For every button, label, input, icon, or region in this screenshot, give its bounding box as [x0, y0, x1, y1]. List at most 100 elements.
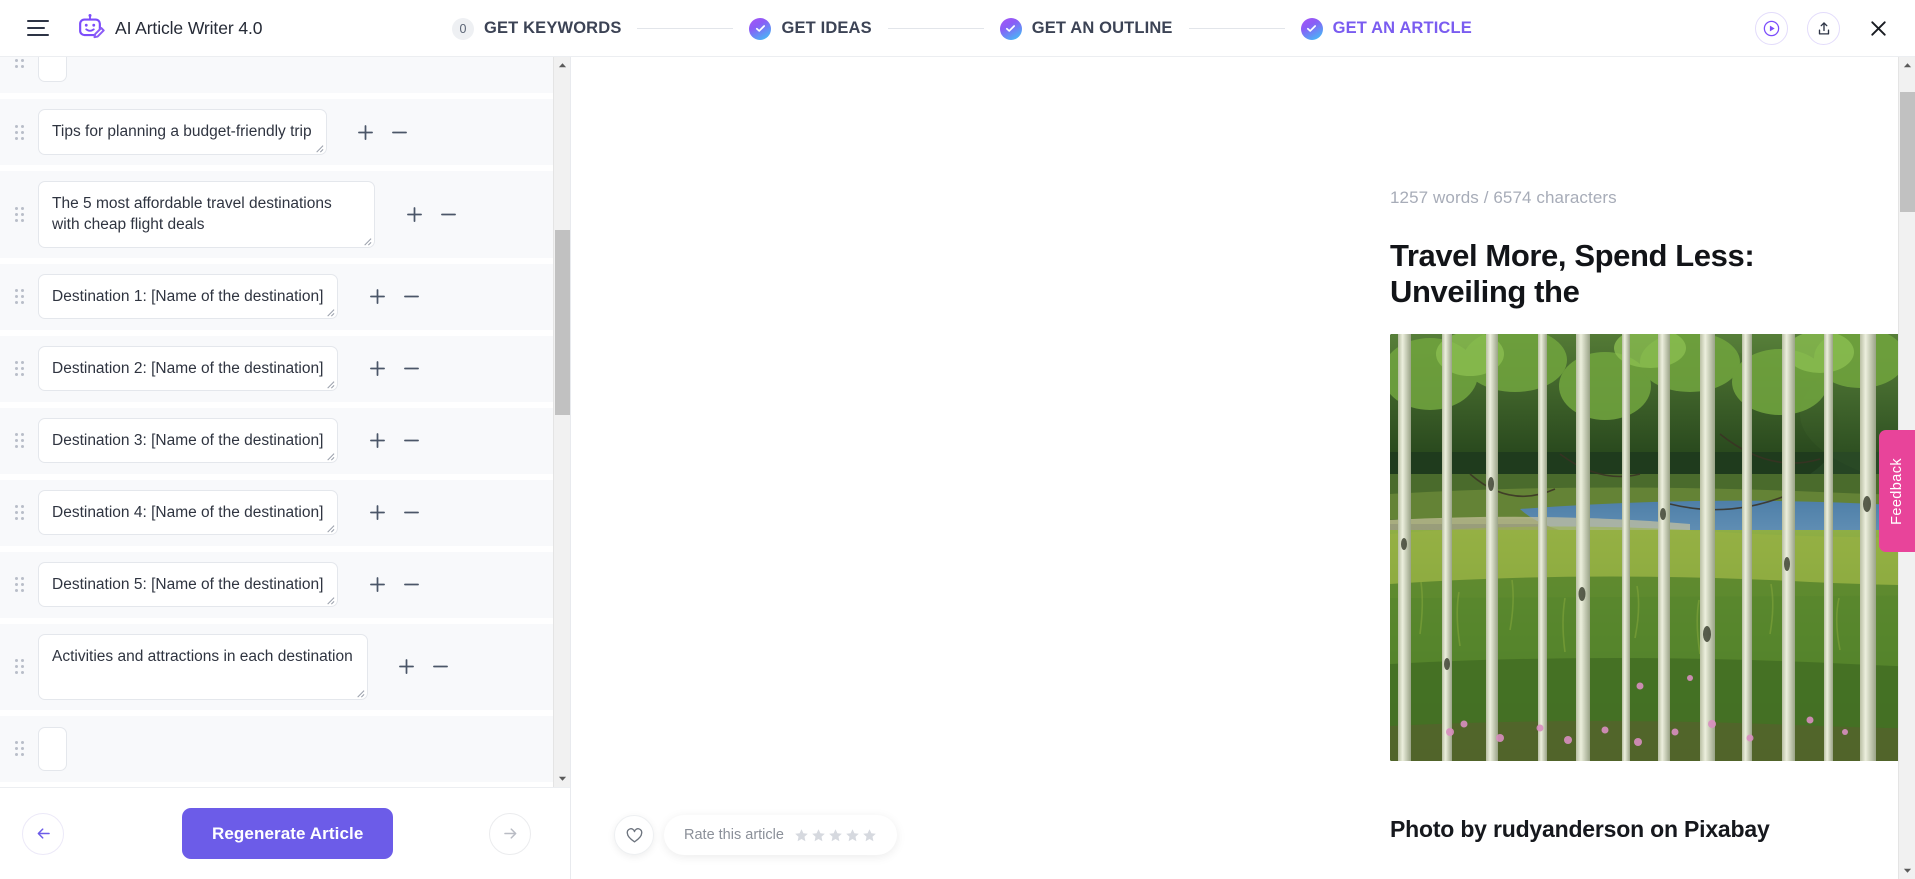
- remove-item-button[interactable]: [428, 654, 454, 680]
- sidebar-scrollbar[interactable]: [553, 57, 570, 787]
- add-item-button[interactable]: [364, 356, 390, 382]
- heart-icon: [626, 827, 642, 843]
- star-icon: [795, 828, 808, 841]
- outline-text-input[interactable]: Activities and attractions in each desti…: [38, 633, 368, 700]
- outline-text-input[interactable]: [38, 57, 67, 82]
- star-icon: [863, 828, 876, 841]
- app-title: AI Article Writer 4.0: [115, 17, 263, 38]
- drag-handle-icon[interactable]: [0, 659, 38, 675]
- step-badge-count: 0: [452, 17, 474, 40]
- list-item[interactable]: Destination 1: [Name of the destination]: [0, 263, 556, 330]
- remove-item-button[interactable]: [435, 201, 461, 227]
- drag-handle-icon[interactable]: [0, 433, 38, 449]
- hero-image: [1390, 334, 1898, 761]
- remove-item-button[interactable]: [398, 284, 424, 310]
- add-item-button[interactable]: [394, 654, 420, 680]
- outline-list: Tips for planning a budget-friendly trip: [0, 57, 556, 787]
- step-connector: [887, 28, 984, 29]
- rate-article-control[interactable]: Rate this article: [664, 815, 897, 855]
- outline-text-input[interactable]: Destination 2: [Name of the destination]: [38, 346, 339, 392]
- star-icon: [846, 828, 859, 841]
- scroll-up-arrow-icon[interactable]: [1899, 57, 1915, 74]
- remove-item-button[interactable]: [398, 356, 424, 382]
- outline-scroll-area: Tips for planning a budget-friendly trip: [0, 57, 570, 787]
- add-item-button[interactable]: [353, 119, 379, 145]
- scroll-up-arrow-icon[interactable]: [554, 57, 571, 74]
- play-circle-icon[interactable]: [1755, 12, 1788, 45]
- workflow-steps: 0 GET KEYWORDS GET IDEAS GET AN OUTLINE: [452, 0, 1472, 57]
- step-connector: [637, 28, 734, 29]
- photo-credit: Photo by rudyanderson on Pixabay: [1390, 816, 1770, 842]
- rate-article-label: Rate this article: [684, 827, 784, 843]
- back-button[interactable]: [22, 812, 64, 855]
- list-item[interactable]: Destination 2: [Name of the destination]: [0, 335, 556, 402]
- scrollbar-track[interactable]: [554, 74, 571, 770]
- check-icon: [749, 17, 772, 40]
- outline-text-input[interactable]: Destination 5: [Name of the destination]: [38, 562, 339, 608]
- step-get-an-article[interactable]: GET AN ARTICLE: [1300, 17, 1472, 40]
- step-label-get-an-article: GET AN ARTICLE: [1332, 19, 1472, 37]
- hamburger-menu-icon[interactable]: [27, 20, 49, 36]
- list-item-partial[interactable]: [0, 715, 556, 782]
- list-item[interactable]: Activities and attractions in each desti…: [0, 623, 556, 710]
- star-rating[interactable]: [794, 828, 877, 843]
- article-preview-pane: 1257 words / 6574 characters Travel More…: [571, 57, 1915, 879]
- header-actions: [1755, 0, 1891, 57]
- remove-item-button[interactable]: [387, 119, 413, 145]
- step-get-ideas[interactable]: GET IDEAS: [749, 17, 872, 40]
- scrollbar-thumb[interactable]: [554, 230, 570, 415]
- drag-handle-icon[interactable]: [0, 741, 38, 757]
- feedback-tab[interactable]: Feedback: [1879, 430, 1915, 552]
- outline-text-input[interactable]: The 5 most affordable travel destination…: [38, 181, 375, 248]
- regenerate-article-button[interactable]: Regenerate Article: [182, 808, 394, 859]
- outline-text-input[interactable]: Tips for planning a budget-friendly trip: [38, 109, 327, 155]
- list-item[interactable]: Tips for planning a budget-friendly trip: [0, 99, 556, 165]
- drag-handle-icon[interactable]: [0, 57, 38, 68]
- drag-handle-icon[interactable]: [0, 361, 38, 377]
- article-content: 1257 words / 6574 characters Travel More…: [571, 57, 1898, 879]
- forward-button[interactable]: [489, 812, 532, 855]
- remove-item-button[interactable]: [398, 572, 424, 598]
- drag-handle-icon[interactable]: [0, 289, 38, 305]
- share-upload-icon[interactable]: [1807, 12, 1840, 45]
- list-item[interactable]: Destination 5: [Name of the destination]: [0, 551, 556, 618]
- list-item-partial[interactable]: [0, 57, 556, 93]
- aspen-grove-illustration: [1390, 334, 1898, 761]
- drag-handle-icon[interactable]: [0, 124, 38, 140]
- favorite-button[interactable]: [614, 815, 654, 855]
- remove-item-button[interactable]: [398, 428, 424, 454]
- main-body: Tips for planning a budget-friendly trip: [0, 57, 1915, 879]
- drag-handle-icon[interactable]: [0, 505, 38, 521]
- step-get-an-outline[interactable]: GET AN OUTLINE: [999, 17, 1173, 40]
- scrollbar-thumb[interactable]: [1899, 92, 1915, 212]
- robot-pencil-logo-icon: [75, 13, 105, 43]
- list-item[interactable]: Destination 4: [Name of the destination]: [0, 479, 556, 546]
- list-item[interactable]: The 5 most affordable travel destination…: [0, 171, 556, 258]
- add-item-button[interactable]: [364, 284, 390, 310]
- add-item-button[interactable]: [364, 500, 390, 526]
- add-item-button[interactable]: [364, 428, 390, 454]
- outline-text-input[interactable]: Destination 1: [Name of the destination]: [38, 274, 339, 320]
- drag-handle-icon[interactable]: [0, 577, 38, 593]
- close-icon[interactable]: [1865, 16, 1891, 42]
- forward-arrow-icon: [504, 828, 517, 839]
- drag-handle-icon[interactable]: [0, 206, 38, 222]
- app-root: AI Article Writer 4.0 0 GET KEYWORDS GET…: [0, 0, 1915, 879]
- outline-text-input[interactable]: Destination 3: [Name of the destination]: [38, 418, 339, 464]
- step-get-keywords[interactable]: 0 GET KEYWORDS: [452, 17, 621, 40]
- check-icon: [999, 17, 1022, 40]
- step-label-get-ideas: GET IDEAS: [781, 19, 872, 37]
- outline-text-input[interactable]: Destination 4: [Name of the destination]: [38, 490, 339, 536]
- scroll-down-arrow-icon[interactable]: [1899, 862, 1915, 879]
- sidebar-footer: Regenerate Article: [0, 787, 570, 879]
- scroll-down-arrow-icon[interactable]: [554, 770, 571, 787]
- add-item-button[interactable]: [401, 201, 427, 227]
- word-character-count: 1257 words / 6574 characters: [1390, 188, 1617, 207]
- article-scroll-area: 1257 words / 6574 characters Travel More…: [571, 57, 1898, 879]
- outline-text-input[interactable]: [38, 726, 67, 771]
- outline-sidebar: Tips for planning a budget-friendly trip: [0, 57, 571, 879]
- remove-item-button[interactable]: [398, 500, 424, 526]
- list-item[interactable]: Destination 3: [Name of the destination]: [0, 407, 556, 474]
- add-item-button[interactable]: [364, 572, 390, 598]
- star-icon: [829, 828, 842, 841]
